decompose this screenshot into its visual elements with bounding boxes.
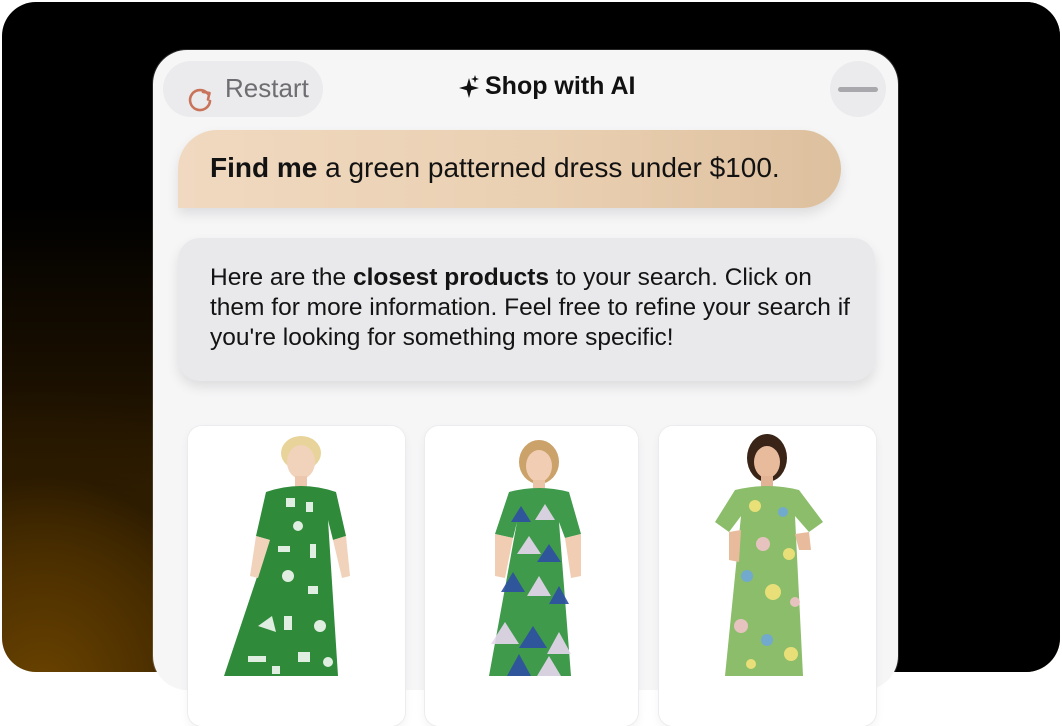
restart-label: Restart <box>225 73 309 103</box>
refresh-icon <box>188 88 212 112</box>
product-card-1[interactable] <box>188 426 405 726</box>
user-message-text: Find me a green patterned dress under $1… <box>210 152 780 184</box>
user-message-rest: a green patterned dress under $100. <box>317 152 780 183</box>
minus-icon <box>838 87 878 92</box>
shop-with-ai-chat-panel: Restart Shop with AI Find me a green pat… <box>153 50 898 726</box>
sparkle-icon <box>459 75 479 98</box>
ai-message-bubble: Here are the closest products to your se… <box>178 238 875 381</box>
product-image-3 <box>659 426 876 726</box>
product-image-1 <box>188 426 405 726</box>
ai-message-text: Here are the closest products to your se… <box>210 263 860 353</box>
restart-button[interactable]: Restart <box>163 61 323 117</box>
product-image-2 <box>425 426 638 726</box>
minimize-button[interactable] <box>830 61 886 117</box>
product-card-3[interactable] <box>659 426 876 726</box>
chat-title-text: Shop with AI <box>485 72 636 100</box>
product-card-2[interactable] <box>425 426 638 726</box>
ai-message-bold: closest products <box>353 264 550 291</box>
user-message-bubble: Find me a green patterned dress under $1… <box>178 130 841 208</box>
ai-message-before: Here are the <box>210 264 353 291</box>
chat-title: Shop with AI <box>453 70 673 104</box>
user-message-bold: Find me <box>210 152 318 183</box>
